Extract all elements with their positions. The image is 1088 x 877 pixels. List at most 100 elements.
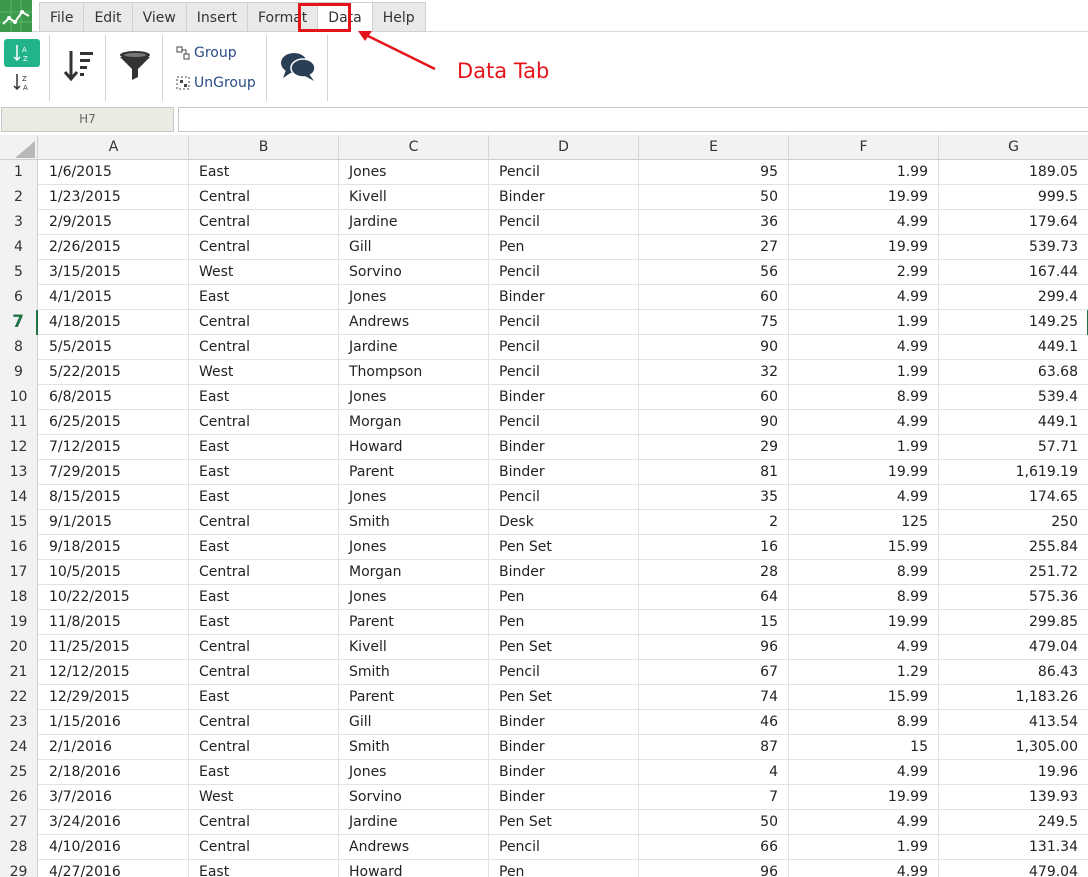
menu-view[interactable]: View [131,2,186,32]
cell-f[interactable]: 4.99 [789,635,939,660]
cell-g[interactable]: 167.44 [939,260,1088,285]
cell-g[interactable]: 174.65 [939,485,1088,510]
cell-d[interactable]: Binder [489,460,639,485]
filter-button[interactable] [114,43,156,89]
cell-a[interactable]: 10/22/2015 [39,585,189,610]
cell-c[interactable]: Andrews [339,310,489,335]
cell-f[interactable]: 1.99 [789,835,939,860]
column-header-b[interactable]: B [189,135,339,160]
cell-a[interactable]: 11/25/2015 [39,635,189,660]
cell-e[interactable]: 2 [639,510,789,535]
cell-b[interactable]: Central [189,510,339,535]
cell-f[interactable]: 125 [789,510,939,535]
cell-f[interactable]: 1.99 [789,435,939,460]
cell-f[interactable]: 15 [789,735,939,760]
cell-a[interactable]: 6/8/2015 [39,385,189,410]
cell-g[interactable]: 299.4 [939,285,1088,310]
cell-g[interactable]: 1,183.26 [939,685,1088,710]
cell-a[interactable]: 3/24/2016 [39,810,189,835]
cell-c[interactable]: Parent [339,610,489,635]
cell-g[interactable]: 413.54 [939,710,1088,735]
menu-file[interactable]: File [39,2,84,32]
cell-g[interactable]: 189.05 [939,160,1088,185]
cell-c[interactable]: Morgan [339,410,489,435]
cell-f[interactable]: 8.99 [789,385,939,410]
cell-b[interactable]: East [189,585,339,610]
cell-b[interactable]: Central [189,635,339,660]
cell-g[interactable]: 539.73 [939,235,1088,260]
group-button[interactable]: Group [176,42,237,64]
cell-c[interactable]: Gill [339,235,489,260]
cell-f[interactable]: 1.99 [789,160,939,185]
cell-g[interactable]: 479.04 [939,635,1088,660]
cell-c[interactable]: Howard [339,860,489,877]
cell-f[interactable]: 4.99 [789,335,939,360]
cell-g[interactable]: 250 [939,510,1088,535]
cell-e[interactable]: 36 [639,210,789,235]
cell-e[interactable]: 95 [639,160,789,185]
cell-c[interactable]: Kivell [339,635,489,660]
cell-c[interactable]: Morgan [339,560,489,585]
cell-a[interactable]: 1/6/2015 [39,160,189,185]
cell-g[interactable]: 449.1 [939,335,1088,360]
cell-c[interactable]: Thompson [339,360,489,385]
cell-f[interactable]: 2.99 [789,260,939,285]
cell-b[interactable]: Central [189,410,339,435]
cell-g[interactable]: 86.43 [939,660,1088,685]
cell-e[interactable]: 46 [639,710,789,735]
cell-a[interactable]: 12/29/2015 [39,685,189,710]
row-header[interactable]: 2 [0,185,38,210]
formula-input[interactable] [178,107,1088,132]
cell-d[interactable]: Pencil [489,485,639,510]
cell-a[interactable]: 1/23/2015 [39,185,189,210]
cell-e[interactable]: 64 [639,585,789,610]
cell-b[interactable]: Central [189,185,339,210]
cell-b[interactable]: West [189,785,339,810]
cell-g[interactable]: 575.36 [939,585,1088,610]
cell-d[interactable]: Binder [489,760,639,785]
column-header-f[interactable]: F [789,135,939,160]
cell-e[interactable]: 16 [639,535,789,560]
cell-f[interactable]: 15.99 [789,535,939,560]
cell-a[interactable]: 7/29/2015 [39,460,189,485]
cell-g[interactable]: 251.72 [939,560,1088,585]
row-header[interactable]: 28 [0,835,38,860]
cell-b[interactable]: Central [189,560,339,585]
cell-g[interactable]: 479.04 [939,860,1088,877]
column-header-d[interactable]: D [489,135,639,160]
select-all-corner[interactable] [0,135,38,160]
cell-f[interactable]: 8.99 [789,585,939,610]
cell-d[interactable]: Pencil [489,410,639,435]
cell-d[interactable]: Pencil [489,335,639,360]
cell-e[interactable]: 60 [639,385,789,410]
row-header[interactable]: 26 [0,785,38,810]
cell-a[interactable]: 4/10/2016 [39,835,189,860]
cell-c[interactable]: Smith [339,510,489,535]
cell-a[interactable]: 1/15/2016 [39,710,189,735]
cell-g[interactable]: 19.96 [939,760,1088,785]
cell-b[interactable]: East [189,460,339,485]
row-header[interactable]: 16 [0,535,38,560]
cell-c[interactable]: Jones [339,385,489,410]
cell-a[interactable]: 4/27/2016 [39,860,189,877]
cell-e[interactable]: 7 [639,785,789,810]
cell-e[interactable]: 35 [639,485,789,510]
row-header[interactable]: 21 [0,660,38,685]
cell-c[interactable]: Parent [339,460,489,485]
row-header[interactable]: 17 [0,560,38,585]
cell-e[interactable]: 60 [639,285,789,310]
cell-f[interactable]: 4.99 [789,810,939,835]
cell-a[interactable]: 5/5/2015 [39,335,189,360]
cell-a[interactable]: 12/12/2015 [39,660,189,685]
cell-e[interactable]: 50 [639,810,789,835]
cell-c[interactable]: Jones [339,160,489,185]
cell-e[interactable]: 28 [639,560,789,585]
cell-g[interactable]: 1,619.19 [939,460,1088,485]
cell-e[interactable]: 96 [639,860,789,877]
cell-c[interactable]: Jones [339,585,489,610]
row-header[interactable]: 7 [0,310,38,335]
cell-a[interactable]: 8/15/2015 [39,485,189,510]
cell-g[interactable]: 131.34 [939,835,1088,860]
cell-a[interactable]: 11/8/2015 [39,610,189,635]
cell-g[interactable]: 149.25 [939,310,1088,335]
